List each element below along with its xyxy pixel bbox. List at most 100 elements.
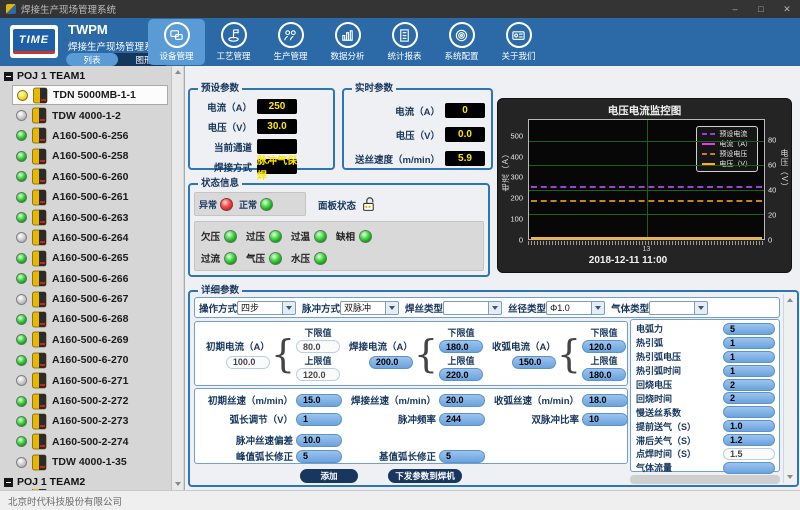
upper-limit-field[interactable]: 220.0 (439, 368, 483, 381)
param-field[interactable]: 5 (296, 450, 342, 463)
current-value-field[interactable]: 150.0 (512, 356, 556, 369)
view-list-button[interactable]: 列表 (66, 53, 118, 66)
type-dropdown[interactable]: 丝径类型 Φ1.0 (508, 301, 605, 315)
param-field[interactable]: 1 (723, 351, 775, 363)
list-item[interactable]: A160-500-6-256 (12, 126, 168, 146)
device-status-led-icon (16, 375, 27, 386)
welder-icon (32, 270, 47, 287)
type-dropdown[interactable]: 焊丝类型 (405, 301, 502, 315)
list-item[interactable]: TDW 4000-1-35 (12, 452, 168, 472)
dropdown-value[interactable] (649, 301, 695, 315)
list-item[interactable]: A160-500-6-260 (12, 167, 168, 187)
scroll-down-icon[interactable] (787, 475, 793, 479)
lower-limit-field[interactable]: 120.0 (582, 340, 626, 353)
nav-data-analysis[interactable]: 数据分析 (319, 19, 376, 65)
list-item[interactable]: A160-500-6-269 (12, 330, 168, 350)
horizontal-scrollbar[interactable] (630, 475, 780, 484)
scroll-down-icon[interactable] (175, 482, 181, 486)
send-params-button[interactable]: 下发参数到焊机 (388, 469, 462, 483)
list-item[interactable]: TDW 4000-1-2 (12, 105, 168, 125)
status-info-panel: 状态信息 异常 正常 面板状态 欠压 过压 (188, 183, 490, 277)
list-item[interactable]: A160-500-6-258 (12, 146, 168, 166)
detail-scrollbar[interactable] (783, 294, 795, 483)
param-label: 电流（A） (190, 100, 252, 114)
dropdown-value[interactable]: Φ1.0 (546, 301, 592, 315)
list-item[interactable]: A160-500-2-274 (12, 432, 168, 452)
close-button[interactable]: ✕ (774, 0, 800, 18)
list-item[interactable]: A160-500-6-264 (12, 228, 168, 248)
scroll-up-icon[interactable] (175, 70, 181, 74)
current-value-field[interactable]: 200.0 (369, 356, 413, 369)
param-field[interactable]: 10 (582, 413, 628, 426)
upper-limit-field[interactable]: 180.0 (582, 368, 626, 381)
scroll-up-icon[interactable] (787, 298, 793, 302)
param-field[interactable]: 1 (723, 337, 775, 349)
upper-limit-field[interactable]: 120.0 (296, 368, 340, 381)
list-item[interactable]: A160-500-6-263 (12, 207, 168, 227)
sidebar-scrollbar[interactable] (171, 66, 183, 490)
maximize-button[interactable]: □ (748, 0, 774, 18)
nav-production-manage[interactable]: 生产管理 (262, 19, 319, 65)
param-field[interactable]: 1 (723, 365, 775, 377)
param-field[interactable]: 5 (723, 323, 775, 335)
tree-group-team1[interactable]: POJ 1 TEAM1 (4, 69, 184, 83)
collapse-icon[interactable] (4, 72, 13, 81)
device-status-led-icon (16, 334, 27, 345)
nav-about-us[interactable]: 关于我们 (490, 19, 547, 65)
param-cell: 初期丝速（m/min） 15.0 (199, 393, 342, 407)
normal-led-icon (260, 198, 273, 211)
param-label: 电流（A） (395, 104, 440, 118)
chart-left-ticks: 0100200300400500 (498, 119, 526, 240)
param-field[interactable]: 5 (439, 450, 485, 463)
dropdown-arrow-icon[interactable] (283, 301, 296, 315)
param-field[interactable]: 1 (296, 413, 342, 426)
param-field[interactable]: 1.0 (723, 420, 775, 432)
list-item[interactable]: A160-500-6-265 (12, 248, 168, 268)
list-item[interactable]: A160-500-6-261 (12, 187, 168, 207)
param-field[interactable]: 1.5 (723, 448, 775, 460)
param-value-display: 5.9 (445, 151, 485, 166)
series-line (531, 186, 762, 188)
param-cell: 焊接丝速（m/min） 20.0 (342, 393, 485, 407)
collapse-icon[interactable] (4, 478, 13, 487)
list-item[interactable]: A160-500-6-266 (12, 269, 168, 289)
dropdown-value[interactable]: 双脉冲 (340, 301, 386, 315)
param-field[interactable]: 244 (439, 413, 485, 426)
dropdown-value[interactable] (443, 301, 489, 315)
param-field[interactable]: 18.0 (582, 394, 628, 407)
wire-speed-panel: 初期丝速（m/min） 15.0 焊接丝速（m/min） 20.0 收弧丝速（m… (194, 388, 628, 464)
dropdown-arrow-icon[interactable] (592, 301, 605, 315)
list-item[interactable]: A160-500-6-268 (12, 309, 168, 329)
minimize-button[interactable]: – (722, 0, 748, 18)
param-field[interactable]: 2 (723, 379, 775, 391)
add-button[interactable]: 添加 (300, 469, 358, 483)
param-field[interactable]: 2 (723, 392, 775, 404)
nav-process-manage[interactable]: 工艺管理 (205, 19, 262, 65)
list-item[interactable]: A160-500-2-273 (12, 411, 168, 431)
list-item[interactable]: A160-500-6-271 (12, 370, 168, 390)
param-field[interactable]: 20.0 (439, 394, 485, 407)
tree-group-team2[interactable]: POJ 1 TEAM2 (4, 475, 184, 489)
param-field[interactable]: 15.0 (296, 394, 342, 407)
param-field[interactable] (723, 406, 775, 418)
current-value-field[interactable]: 100.0 (226, 356, 270, 369)
type-dropdown[interactable]: 气体类型 (611, 301, 708, 315)
lower-limit-field[interactable]: 180.0 (439, 340, 483, 353)
param-field[interactable]: 10.0 (296, 434, 342, 447)
param-field[interactable] (723, 462, 775, 474)
dropdown-arrow-icon[interactable] (489, 301, 502, 315)
list-item[interactable]: A160-500-6-270 (12, 350, 168, 370)
dropdown-value[interactable]: 四步 (237, 301, 283, 315)
lower-limit-field[interactable]: 80.0 (296, 340, 340, 353)
dropdown-arrow-icon[interactable] (695, 301, 708, 315)
nav-system-config[interactable]: 系统配置 (433, 19, 490, 65)
nav-device-manage[interactable]: 设备管理 (148, 19, 205, 65)
dropdown-arrow-icon[interactable] (386, 301, 399, 315)
param-field[interactable]: 1.2 (723, 434, 775, 446)
list-item[interactable]: TDN 5000MB-1-1 (12, 85, 168, 105)
nav-statistics-report[interactable]: 统计报表 (376, 19, 433, 65)
list-item[interactable]: A160-500-2-272 (12, 391, 168, 411)
list-item[interactable]: A160-500-6-267 (12, 289, 168, 309)
type-dropdown[interactable]: 脉冲方式 双脉冲 (302, 301, 399, 315)
type-dropdown[interactable]: 操作方式 四步 (199, 301, 296, 315)
